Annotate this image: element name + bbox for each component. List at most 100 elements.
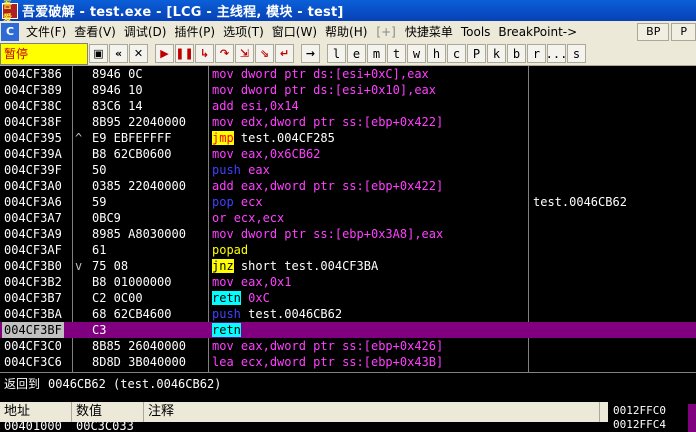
menu-debug[interactable]: 调试(D) xyxy=(120,23,171,40)
instruction-text: mov dword ptr ds:[esi+0x10],eax xyxy=(212,82,436,98)
instruction-hex: 8985 A8030000 xyxy=(92,227,186,241)
splitter[interactable] xyxy=(0,394,696,402)
instruction-address: 004CF3B7 xyxy=(4,291,62,305)
stack-row[interactable]: 0012FFC0 xyxy=(608,404,696,418)
window-P-button[interactable]: P xyxy=(467,44,486,63)
window-l-button[interactable]: l xyxy=(327,44,346,63)
menu-view[interactable]: 查看(V) xyxy=(70,23,120,40)
menu-help[interactable]: 帮助(H) xyxy=(321,23,371,40)
window-more-button[interactable]: ... xyxy=(546,44,567,63)
instruction-address: 004CF3AF xyxy=(4,243,62,257)
disasm-row[interactable]: 004CF3A0 0385 22040000 add eax,dword ptr s… xyxy=(0,178,696,194)
instruction-address: 004CF3BF xyxy=(2,322,64,338)
disasm-row[interactable]: 004CF3AF 61 popad xyxy=(0,242,696,258)
menu-breakpoint[interactable]: BreakPoint-> xyxy=(494,25,581,39)
mnemonic: push xyxy=(212,307,241,321)
operands: eax,0x1 xyxy=(240,275,292,289)
operands: eax,0x6CB62 xyxy=(240,147,321,161)
disasm-row[interactable]: 004CF3A9 8985 A8030000 mov dword ptr ss:[e… xyxy=(0,226,696,242)
instruction-hex: C3 xyxy=(92,323,107,337)
restart-icon[interactable]: « xyxy=(109,44,128,63)
disasm-row[interactable]: 004CF39A B8 62CB0600 mov eax,0x6CB62 xyxy=(0,146,696,162)
menu-plugins[interactable]: 插件(P) xyxy=(170,23,219,40)
disasm-row[interactable]: 004CF389 8946 10 mov dword ptr ds:[esi+0x1… xyxy=(0,82,696,98)
instruction-hex: 83C6 14 xyxy=(92,99,143,113)
run-icon[interactable]: ▶ xyxy=(155,44,174,63)
menu-options[interactable]: 选项(T) xyxy=(219,23,268,40)
disasm-row[interactable]: 004CF3C6 8D8D 3B040000 lea ecx,dword ptr s… xyxy=(0,354,696,370)
disasm-row[interactable]: 004CF386 8946 0C mov dword ptr ds:[esi+0xC… xyxy=(0,66,696,82)
stack-address: 0012FFC4 xyxy=(613,418,666,431)
close-icon[interactable]: ✕ xyxy=(129,44,148,63)
instruction-address: 004CF39A xyxy=(4,147,62,161)
menu-tools[interactable]: Tools xyxy=(457,25,495,39)
mnemonic: jnz xyxy=(212,259,234,273)
disasm-row[interactable]: 004CF3B2 B8 01000000 mov eax,0x1 xyxy=(0,274,696,290)
stack-marker xyxy=(688,404,696,418)
instruction-text: mov edx,dword ptr ss:[ebp+0x422] xyxy=(212,114,443,130)
window-w-button[interactable]: w xyxy=(407,44,426,63)
instruction-hex: 8D8D 3B040000 xyxy=(92,355,186,369)
menu-window[interactable]: 窗口(W) xyxy=(268,23,321,40)
step-over-icon[interactable]: ↷ xyxy=(215,44,234,63)
menu-bar: C 文件(F) 查看(V) 调试(D) 插件(P) 选项(T) 窗口(W) 帮助… xyxy=(0,21,696,42)
window-m-button[interactable]: m xyxy=(367,44,386,63)
goto-icon[interactable]: → xyxy=(301,44,320,63)
disasm-row[interactable]: 004CF38C 83C6 14 add esi,0x14 xyxy=(0,98,696,114)
window-e-button[interactable]: e xyxy=(347,44,366,63)
dump-col-value[interactable]: 数值 xyxy=(72,402,144,422)
menu-file[interactable]: 文件(F) xyxy=(22,23,70,40)
instruction-text: retn 0xC xyxy=(212,290,270,306)
system-menu-icon[interactable]: C xyxy=(1,22,19,41)
instruction-text: lea ecx,dword ptr ss:[ebp+0x43B] xyxy=(212,354,443,370)
dump-row[interactable]: 00401000 00C3C033 xyxy=(0,422,600,432)
disasm-row[interactable]: 004CF3C0 8B85 26040000 mov eax,dword ptr s… xyxy=(0,338,696,354)
window-h-button[interactable]: h xyxy=(427,44,446,63)
instruction-hex: 61 xyxy=(92,243,107,257)
disasm-row-selected[interactable]: 004CF3BF C3 retn xyxy=(0,322,696,338)
pause-icon[interactable]: ❚❚ xyxy=(175,44,194,63)
mnemonic: retn xyxy=(212,323,241,337)
instruction-hex: 8946 0C xyxy=(92,67,143,81)
stack-row[interactable]: 0012FFC4 xyxy=(608,418,696,432)
mnemonic: mov xyxy=(212,339,234,353)
disasm-row[interactable]: 004CF38F 8B95 22040000 mov edx,dword ptr s… xyxy=(0,114,696,130)
disasm-row[interactable]: 004CF3B0 v 75 08 jnz short test.004CF3BA xyxy=(0,258,696,274)
title-bar: 吾爱 吾爱破解 - test.exe - [LCG - 主线程, 模块 - te… xyxy=(0,0,696,24)
menu-shortcuts[interactable]: 快捷菜单 xyxy=(401,23,457,40)
disasm-row[interactable]: 004CF3A7 0BC9 or ecx,ecx xyxy=(0,210,696,226)
disasm-row[interactable]: 004CF39F 50 push eax xyxy=(0,162,696,178)
instruction-text: push eax xyxy=(212,162,270,178)
disasm-row[interactable]: 004CF395 ^ E9 EBFEFFFF jmp test.004CF285 xyxy=(0,130,696,146)
operands: esi,0x14 xyxy=(240,99,299,113)
instruction-text: mov dword ptr ds:[esi+0xC],eax xyxy=(212,66,429,82)
step-into-icon[interactable]: ↳ xyxy=(195,44,214,63)
disasm-row[interactable]: 004CF3B7 C2 0C00 retn 0xC xyxy=(0,290,696,306)
window-s-button[interactable]: s xyxy=(567,44,586,63)
p-button[interactable]: P xyxy=(671,22,696,41)
info-value: 0046CB62 (test.0046CB62) xyxy=(48,376,222,391)
window-k-button[interactable]: k xyxy=(487,44,506,63)
window-r-button[interactable]: r xyxy=(527,44,546,63)
open-icon[interactable]: ▣ xyxy=(89,44,108,63)
operands: ecx xyxy=(240,195,263,209)
dump-col-comment[interactable]: 注释 xyxy=(144,402,600,422)
dump-address: 00401000 xyxy=(4,422,62,432)
menu-expand[interactable]: [+] xyxy=(371,25,400,39)
window-b-button[interactable]: b xyxy=(507,44,526,63)
execute-till-return-icon[interactable]: ↵ xyxy=(275,44,294,63)
trace-over-icon[interactable]: ⇘ xyxy=(255,44,274,63)
operands: edx,dword ptr ss:[ebp+0x422] xyxy=(240,115,444,129)
disasm-row[interactable]: 004CF3BA 68 62CB4600 push test.0046CB62 xyxy=(0,306,696,322)
instruction-address: 004CF3A6 xyxy=(4,195,62,209)
stack-panel[interactable]: 0012FFC0 0012FFC4 xyxy=(608,402,696,432)
bp-button[interactable]: BP xyxy=(637,22,670,41)
instruction-text: add esi,0x14 xyxy=(212,98,299,114)
disassembly-panel[interactable]: 004CF386 8946 0C mov dword ptr ds:[esi+0xC… xyxy=(0,66,696,372)
window-t-button[interactable]: t xyxy=(387,44,406,63)
window-c-button[interactable]: c xyxy=(447,44,466,63)
jump-marker: v xyxy=(75,259,83,273)
disasm-row[interactable]: 004CF3A6 59 pop ecx test.0046CB62 xyxy=(0,194,696,210)
trace-into-icon[interactable]: ⇲ xyxy=(235,44,254,63)
dump-col-address[interactable]: 地址 xyxy=(0,402,72,422)
